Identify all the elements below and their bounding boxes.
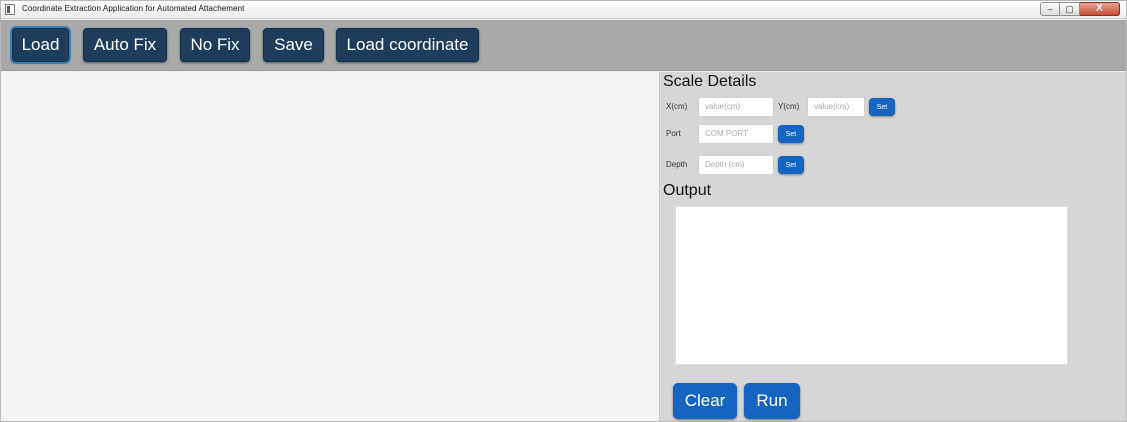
minimize-button[interactable]: – bbox=[1040, 2, 1060, 16]
window-controls: – ▢ X bbox=[1040, 2, 1120, 16]
load-coordinate-button[interactable]: Load coordinate bbox=[336, 28, 479, 62]
toolbar: Load Auto Fix No Fix Save Load coordinat… bbox=[1, 20, 1126, 71]
clear-button[interactable]: Clear bbox=[673, 383, 737, 419]
x-value-input[interactable]: value(cm) bbox=[698, 97, 774, 117]
set-depth-button[interactable]: Set bbox=[778, 156, 804, 174]
set-port-button[interactable]: Set bbox=[778, 125, 804, 143]
output-textarea[interactable] bbox=[675, 206, 1068, 365]
app-window: Coordinate Extraction Application for Au… bbox=[0, 0, 1127, 422]
maximize-button[interactable]: ▢ bbox=[1060, 2, 1080, 16]
output-heading: Output bbox=[663, 182, 712, 199]
port-label: Port bbox=[666, 129, 681, 138]
depth-input[interactable]: Depth (cm) bbox=[698, 155, 774, 175]
window-title: Coordinate Extraction Application for Au… bbox=[22, 4, 245, 13]
x-cm-label: X(cm) bbox=[666, 102, 688, 111]
depth-label: Depth bbox=[666, 160, 688, 169]
set-scale-button[interactable]: Set bbox=[869, 98, 895, 116]
side-panel: Scale Details X(cm) value(cm) Y(cm) valu… bbox=[660, 72, 1126, 421]
scale-details-heading: Scale Details bbox=[663, 73, 757, 90]
title-bar[interactable]: Coordinate Extraction Application for Au… bbox=[1, 1, 1126, 19]
run-button[interactable]: Run bbox=[744, 383, 800, 419]
load-button[interactable]: Load bbox=[12, 28, 69, 62]
close-button[interactable]: X bbox=[1080, 2, 1120, 16]
no-fix-button[interactable]: No Fix bbox=[180, 28, 250, 62]
auto-fix-button[interactable]: Auto Fix bbox=[83, 28, 167, 62]
app-icon bbox=[5, 4, 15, 15]
com-port-input[interactable]: COM PORT bbox=[698, 124, 774, 144]
y-cm-label: Y(cm) bbox=[778, 102, 800, 111]
save-button[interactable]: Save bbox=[263, 28, 324, 62]
y-value-input[interactable]: value(cm) bbox=[807, 97, 865, 117]
image-canvas[interactable] bbox=[2, 72, 660, 421]
